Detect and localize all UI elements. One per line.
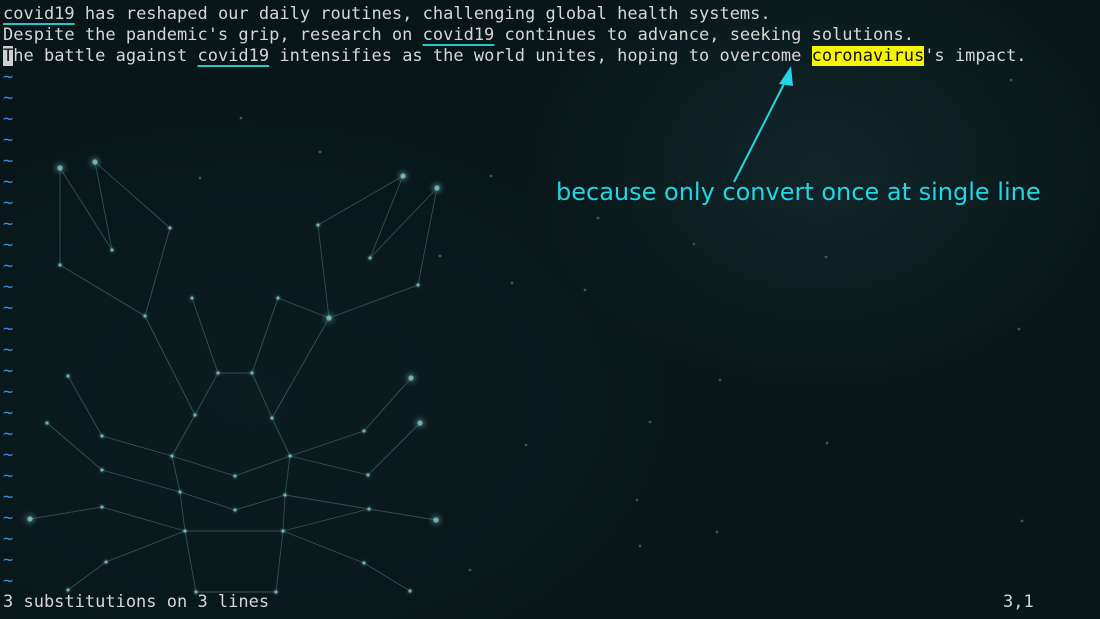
terminal-window[interactable]: covid19 has reshaped our daily routines,…: [0, 0, 1100, 619]
annotation-text: because only convert once at single line: [556, 178, 1041, 206]
cursor-position: 3,1: [1003, 592, 1034, 612]
status-message: 3 substitutions on 3 lines: [3, 592, 270, 612]
command-line[interactable]: 3 substitutions on 3 lines 3,1: [0, 592, 1100, 613]
annotation-arrow: [733, 66, 793, 183]
